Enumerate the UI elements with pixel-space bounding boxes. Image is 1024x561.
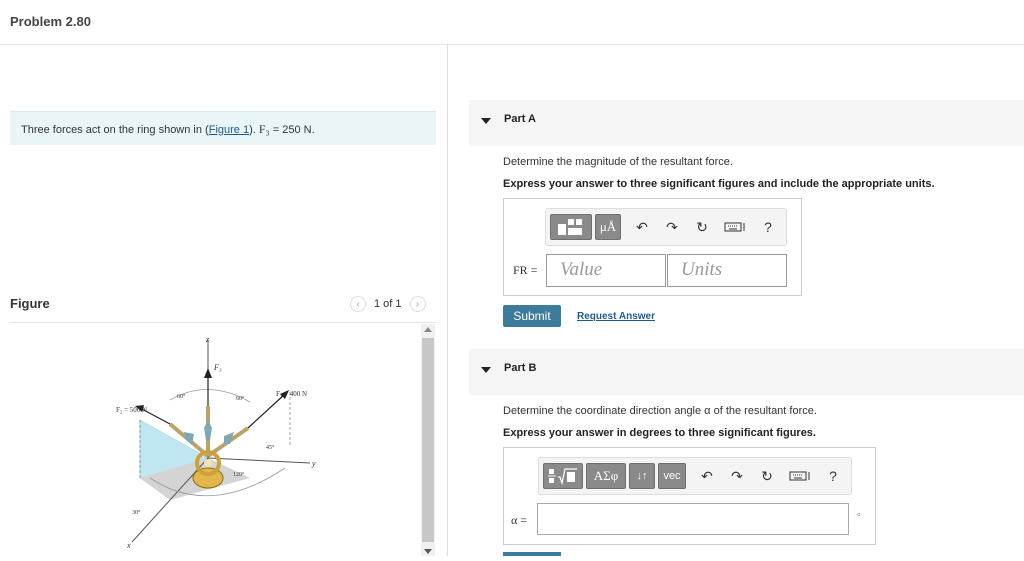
part-a-header[interactable]: Part A: [469, 100, 1024, 146]
label-angle-120: 120°: [233, 471, 245, 478]
reset-icon[interactable]: ↻: [755, 463, 779, 489]
part-a-toolbar: μÅ ↶ ↷ ↻ ?: [545, 208, 787, 246]
arrow-f1: [247, 393, 286, 429]
problem-statement: Three forces act on the ring shown in (F…: [10, 111, 436, 145]
f3-symbol: F₃: [258, 122, 270, 136]
alpha-label: α =: [511, 513, 528, 527]
label-f1: F₁ = 400 N: [276, 390, 307, 398]
help-icon[interactable]: ?: [756, 214, 780, 240]
figure-page-count: 1 of 1: [374, 298, 402, 310]
reset-icon[interactable]: ↻: [690, 214, 714, 240]
label-angle-30: 30°: [132, 509, 141, 516]
label-y: y: [311, 459, 316, 468]
label-z: z: [205, 335, 210, 344]
templates-button[interactable]: [550, 214, 592, 240]
label-angle-60-left: 60°: [177, 393, 186, 400]
label-angle-60-right: 60°: [236, 395, 245, 402]
label-f2: F₂ = 500 N: [116, 406, 147, 414]
y-axis: [207, 457, 311, 464]
keyboard-icon[interactable]: [785, 463, 815, 489]
part-a-question: Determine the magnitude of the resultant…: [503, 156, 733, 168]
label-f3: F₃: [213, 363, 222, 372]
force-diagram: z y x F₃ F₁ = 400 N F₂ = 500 N 60° 60° 4…: [116, 335, 316, 550]
ring-base: [192, 467, 224, 489]
problem-title: Problem 2.80: [10, 14, 91, 29]
undo-icon[interactable]: ↶: [695, 463, 719, 489]
arrowhead-f3: [204, 368, 212, 378]
vector-button[interactable]: vec: [658, 463, 686, 489]
request-answer-link[interactable]: Request Answer: [577, 311, 655, 322]
keyboard-glyph-icon: [724, 222, 745, 232]
submit-button[interactable]: Submit: [503, 305, 561, 327]
units-input[interactable]: Units: [667, 254, 787, 287]
statement-text: Three forces act on the ring shown in (: [21, 124, 209, 136]
figure-divider: [10, 322, 436, 323]
part-b-toolbar: ΑΣφ ↓↑ vec ↶ ↷ ↻ ?: [538, 457, 852, 495]
template-blocks-icon: [558, 219, 582, 235]
alpha-input[interactable]: [537, 503, 849, 535]
problem-header: Problem 2.80: [0, 0, 1024, 45]
fr-label: FR =: [513, 263, 538, 277]
math-templates-button[interactable]: [543, 463, 583, 489]
part-b-title: Part B: [504, 362, 537, 374]
part-b-question: Determine the coordinate direction angle…: [503, 405, 817, 417]
figure-link[interactable]: Figure 1: [209, 124, 249, 136]
scroll-thumb[interactable]: [422, 338, 434, 542]
scroll-down-arrow-icon[interactable]: [424, 549, 432, 554]
keyboard-glyph-icon: [789, 471, 810, 481]
prev-figure-button[interactable]: ‹: [350, 296, 366, 312]
figure-pager: ‹ 1 of 1 ›: [350, 296, 426, 312]
degree-unit-mark: ∘: [856, 509, 862, 519]
label-x: x: [126, 541, 131, 550]
part-b-header[interactable]: Part B: [469, 349, 1024, 395]
scroll-up-arrow-icon[interactable]: [424, 327, 432, 332]
help-icon[interactable]: ?: [821, 463, 845, 489]
caret-down-icon[interactable]: [481, 367, 491, 373]
force-figure: z y x F₃ F₁ = 400 N F₂ = 500 N 60° 60° 4…: [100, 328, 340, 556]
statement-text-suffix: = 250 N.: [269, 124, 315, 136]
caret-down-icon[interactable]: [481, 118, 491, 124]
statement-text-mid: ).: [249, 124, 259, 136]
subscript-superscript-button[interactable]: ↓↑: [629, 463, 655, 489]
label-angle-45: 45°: [266, 444, 275, 451]
figure-scrollbar[interactable]: [421, 324, 435, 556]
units-button[interactable]: μÅ: [595, 214, 621, 240]
part-b-instruction: Express your answer in degrees to three …: [503, 427, 816, 439]
fraction-sqrt-icon: [548, 468, 577, 485]
redo-icon[interactable]: ↷: [660, 214, 684, 240]
undo-icon[interactable]: ↶: [630, 214, 654, 240]
value-input[interactable]: Value: [546, 254, 666, 287]
part-a-title: Part A: [504, 113, 536, 125]
keyboard-icon[interactable]: [720, 214, 750, 240]
figure-heading: Figure: [10, 296, 50, 311]
redo-icon[interactable]: ↷: [725, 463, 749, 489]
part-a-instruction: Express your answer to three significant…: [503, 178, 935, 190]
greek-symbols-button[interactable]: ΑΣφ: [586, 463, 626, 489]
part-b-submit-button[interactable]: [503, 552, 561, 556]
ring-center: [204, 459, 212, 467]
pane-divider[interactable]: [447, 44, 448, 556]
next-figure-button[interactable]: ›: [409, 296, 426, 312]
hook-f3: [204, 420, 212, 440]
